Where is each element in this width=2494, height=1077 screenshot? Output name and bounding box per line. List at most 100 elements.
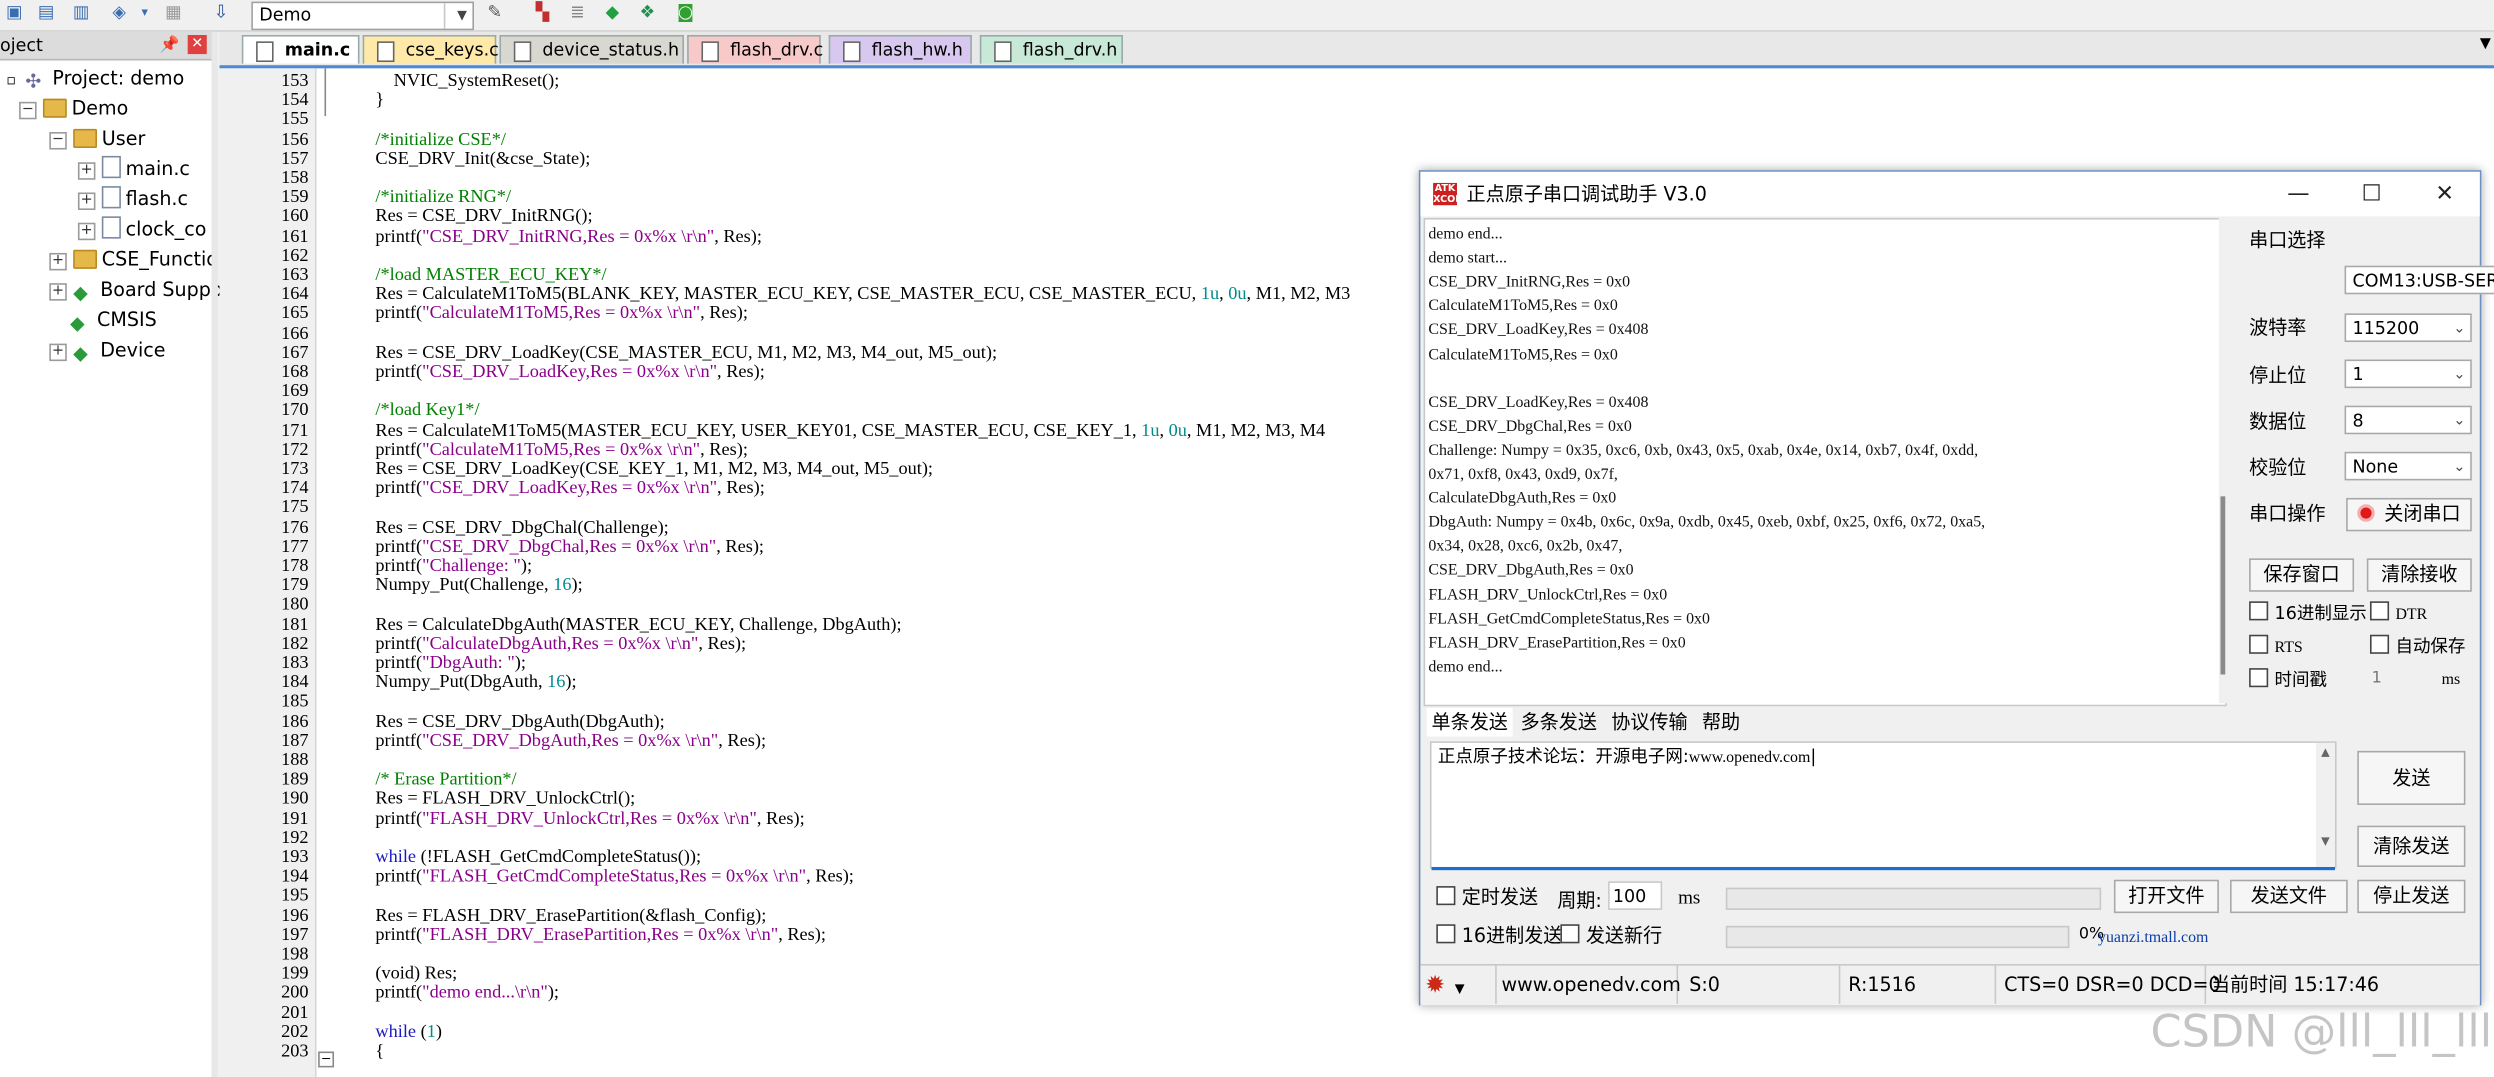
tab-flash-drv-h[interactable]: flash_drv.h	[979, 34, 1123, 64]
folder-icon	[73, 128, 98, 148]
target-select[interactable]: Demo ▼	[251, 1, 474, 31]
tab-single-send[interactable]: 单条发送	[1426, 707, 1513, 737]
settings-segment[interactable]: ✹ ▼	[1420, 965, 1497, 1004]
pin-icon[interactable]: ❖	[636, 2, 658, 24]
line-number: 162	[281, 246, 309, 266]
timed-send-checkbox[interactable]: 定时发送	[1436, 886, 1538, 908]
save-window-button[interactable]: 保存窗口	[2249, 558, 2355, 592]
tree-group-board[interactable]: + ◆ Board Suppo	[49, 275, 223, 304]
minimize-icon[interactable]: —	[2263, 172, 2333, 217]
expand-icon[interactable]: +	[49, 343, 67, 362]
save-all-icon[interactable]: ▥	[70, 2, 92, 24]
line-number: 193	[281, 847, 309, 867]
close-port-button[interactable]: 关闭串口	[2346, 497, 2472, 532]
send-text: 正点原子技术论坛：开源电子网:www.openedv.com|	[1437, 746, 1817, 767]
pin-icon[interactable]: 📌	[160, 32, 180, 59]
expand-icon[interactable]: +	[49, 252, 67, 271]
file-icon	[376, 41, 395, 63]
tab-device-status-h[interactable]: device_status.h	[499, 34, 684, 64]
open-file-button[interactable]: 打开文件	[2113, 879, 2219, 914]
tree-group-user[interactable]: − User	[49, 124, 145, 153]
tree-file-flash[interactable]: + flash.c	[77, 185, 188, 214]
stop-send-button[interactable]: 停止发送	[2357, 879, 2466, 914]
tree-file-label: clock_co	[125, 217, 207, 241]
clear-send-button[interactable]: 清除发送	[2357, 825, 2466, 867]
tree-file-clock[interactable]: + clock_co	[77, 215, 207, 244]
hex-send-checkbox[interactable]: 16进制发送	[1436, 924, 1562, 947]
pack-icon[interactable]: ◙	[674, 2, 696, 24]
options-icon[interactable]: ✎	[484, 2, 506, 24]
gear-icon[interactable]: ✹	[1425, 970, 1445, 999]
rts-checkbox[interactable]: RTS	[2249, 634, 2303, 660]
tab-protocol[interactable]: 协议传输	[1607, 708, 1693, 737]
send-input[interactable]: 正点原子技术论坛：开源电子网:www.openedv.com| ▲ ▼	[1429, 741, 2337, 871]
tab-cse-keys-c[interactable]: cse_keys.c	[362, 34, 499, 64]
store-link[interactable]: yuanzi.tmall.com	[2098, 929, 2208, 946]
line-number: 186	[281, 712, 309, 732]
file-icon	[994, 41, 1012, 63]
status-site[interactable]: www.openedv.com	[1497, 965, 1681, 1004]
tree-group-device[interactable]: + ◆ Device	[49, 336, 165, 364]
project-scrollbar[interactable]	[211, 31, 218, 1077]
tab-flash-hw-h[interactable]: flash_hw.h	[828, 34, 972, 64]
code-line: Numpy_Put(Challenge, 16);	[375, 576, 583, 596]
tab-flash-drv-c[interactable]: flash_drv.c	[687, 34, 823, 64]
timestamp-input[interactable]: 1	[2372, 667, 2436, 692]
diamond-icon[interactable]: ◆	[601, 2, 623, 24]
data-bits-select[interactable]: 8 ⌄	[2344, 405, 2472, 435]
send-scrollbar[interactable]: ▲ ▼	[2315, 742, 2336, 867]
stack-icon[interactable]: ≣	[566, 2, 588, 24]
tree-target[interactable]: − Demo	[19, 94, 128, 123]
collapse-icon[interactable]: ▫	[6, 73, 16, 89]
close-icon[interactable]: ✕	[187, 34, 207, 55]
line-number: 176	[281, 517, 309, 538]
code-line: Res = CSE_DRV_DbgAuth(DbgAuth);	[375, 712, 665, 732]
timestamp-checkbox[interactable]: 时间戳	[2249, 668, 2327, 692]
fold-collapse-icon[interactable]: −	[318, 1051, 335, 1068]
send-text-url: www.openedv.com	[1688, 749, 1811, 767]
maximize-icon[interactable]: ☐	[2337, 172, 2407, 217]
dtr-checkbox[interactable]: DTR	[2369, 601, 2427, 626]
send-text-prefix: 正点原子技术论坛：开源电子网:	[1437, 746, 1689, 767]
tree-root[interactable]: ▫ ✣ Project: demo	[6, 64, 184, 92]
clear-receive-button[interactable]: 清除接收	[2366, 558, 2472, 592]
code-line: printf("CSE_DRV_LoadKey,Res = 0x%x \r\n"…	[375, 362, 765, 382]
period-input[interactable]: 100	[1608, 881, 1663, 910]
tab-help[interactable]: 帮助	[1697, 708, 1745, 737]
tree-group-cse[interactable]: + CSE_Function	[49, 245, 230, 274]
batch-icon[interactable]: ◈	[108, 2, 130, 24]
manage-icon[interactable]: ▚	[531, 2, 553, 24]
load-icon[interactable]: ⇩	[210, 2, 232, 24]
port-select[interactable]: COM13:USB-SERIAL CH34⌄	[2344, 265, 2494, 295]
code-line: /* Erase Partition*/	[375, 770, 517, 790]
tree-group-cmsis[interactable]: ◆ CMSIS	[70, 305, 157, 334]
close-icon[interactable]: ✕	[2410, 172, 2480, 217]
window-icon[interactable]: ▦	[162, 2, 184, 24]
collapse-icon[interactable]: −	[19, 101, 37, 120]
send-file-button[interactable]: 发送文件	[2230, 879, 2348, 914]
open-icon[interactable]: ▣	[3, 2, 25, 24]
save-icon[interactable]: ▤	[35, 2, 57, 24]
tab-list-icon[interactable]: ▼	[2480, 37, 2491, 53]
chevron-down-icon[interactable]: ▾	[134, 2, 156, 24]
parity-select[interactable]: None ⌄	[2344, 451, 2472, 481]
send-newline-checkbox[interactable]: 发送新行	[1560, 924, 1662, 947]
baud-select[interactable]: 115200 ⌄	[2344, 313, 2472, 343]
auto-save-checkbox[interactable]: 自动保存	[2369, 634, 2465, 659]
tree-file-main[interactable]: + main.c	[77, 154, 190, 183]
stop-bits-select[interactable]: 1 ⌄	[2344, 359, 2472, 389]
expand-icon[interactable]: +	[49, 283, 67, 301]
chevron-down-icon[interactable]: ▼	[1455, 982, 1465, 996]
tab-multi-send[interactable]: 多条发送	[1516, 708, 1602, 737]
expand-icon[interactable]: +	[77, 192, 96, 210]
receive-scroll-thumb[interactable]	[2220, 496, 2226, 675]
receive-area[interactable]: demo end... demo start... CSE_DRV_InitRNG,…	[1423, 217, 2227, 707]
send-button[interactable]: 发送	[2357, 750, 2466, 805]
expand-icon[interactable]: +	[77, 162, 96, 180]
code-line: printf("CSE_DRV_InitRNG,Res = 0x%x \r\n"…	[375, 226, 762, 246]
expand-icon[interactable]: +	[77, 222, 96, 241]
collapse-icon[interactable]: −	[49, 132, 67, 150]
hex-display-checkbox[interactable]: 16进制显示	[2249, 601, 2367, 625]
fold-line	[324, 68, 327, 117]
tab-main-c[interactable]: main.c	[241, 34, 360, 64]
